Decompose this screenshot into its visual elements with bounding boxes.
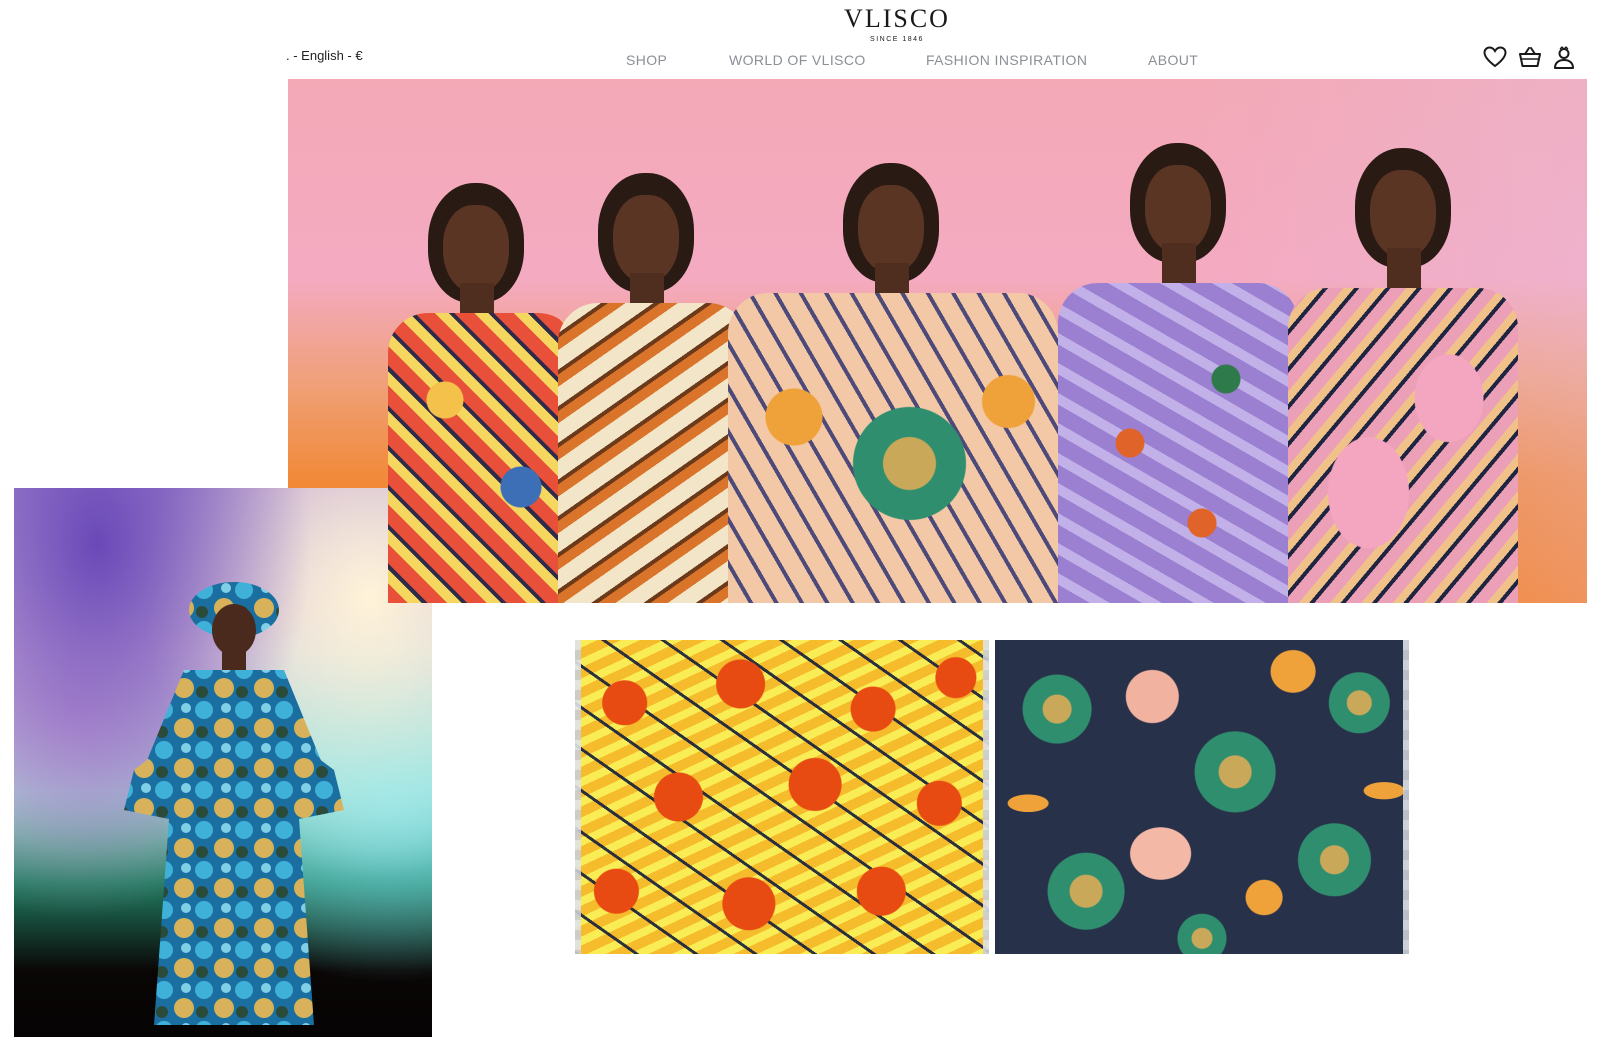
fabric-swatch-left[interactable] bbox=[575, 640, 989, 954]
basket-icon[interactable] bbox=[1518, 46, 1544, 70]
brand-tagline: SINCE 1846 bbox=[870, 36, 924, 43]
nav-item-shop[interactable]: SHOP bbox=[626, 52, 667, 68]
heart-icon[interactable] bbox=[1483, 46, 1509, 70]
fabric-swatches bbox=[575, 640, 1409, 954]
brand-name: VLISCO bbox=[844, 4, 950, 33]
hero-model bbox=[1288, 148, 1518, 603]
nav-item-about[interactable]: ABOUT bbox=[1148, 52, 1198, 68]
nav-item-fashion-inspiration[interactable]: FASHION INSPIRATION bbox=[926, 52, 1087, 68]
hero-banner-image[interactable] bbox=[288, 79, 1587, 603]
main-navigation: SHOP WORLD OF VLISCO FASHION INSPIRATION… bbox=[0, 52, 1599, 72]
hero-model bbox=[388, 183, 578, 603]
hero-model bbox=[558, 173, 748, 603]
model-gown bbox=[124, 582, 344, 1025]
editorial-model-image[interactable] bbox=[14, 488, 432, 1037]
account-icon[interactable] bbox=[1553, 46, 1579, 70]
fabric-swatch-right[interactable] bbox=[995, 640, 1409, 954]
brand-logo[interactable]: VLISCO SINCE 1846 bbox=[830, 4, 964, 43]
hero-model bbox=[1058, 143, 1298, 603]
hero-model bbox=[728, 163, 1058, 603]
nav-item-world-of-vlisco[interactable]: WORLD OF VLISCO bbox=[729, 52, 866, 68]
